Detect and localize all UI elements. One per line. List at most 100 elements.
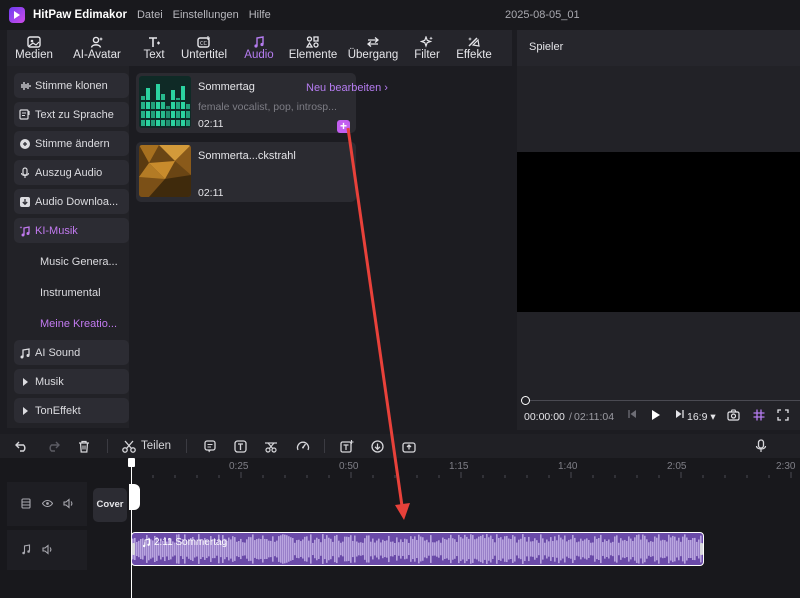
tab-filter[interactable]: Filter <box>405 30 449 66</box>
progress-handle[interactable] <box>521 396 530 405</box>
split-button[interactable]: Teilen <box>122 438 171 454</box>
speaker-icon[interactable] <box>63 498 74 509</box>
toolbar-divider <box>107 439 108 453</box>
waveform-bar <box>540 534 542 564</box>
sidebar-item-label: TonEffekt <box>35 404 81 417</box>
subtitle-tool-icon[interactable] <box>204 438 216 454</box>
menu-datei[interactable]: Datei <box>137 9 163 21</box>
waveform-bar <box>688 539 690 559</box>
sidebar-item-music-generator[interactable]: Music Genera... <box>14 249 129 274</box>
video-track-header <box>7 482 87 526</box>
waveform-bar <box>276 540 278 558</box>
edit-again-link[interactable]: Neu bearbeiten › <box>306 82 388 94</box>
music-card[interactable]: Sommertag Neu bearbeiten › female vocali… <box>136 73 388 133</box>
waveform-bar <box>358 542 360 556</box>
sidebar-item-text-zu-sprache[interactable]: Text zu Sprache <box>14 102 129 127</box>
app-window: HitPaw Edimakor Datei Einstellungen Hilf… <box>0 0 800 598</box>
download-icon[interactable] <box>371 438 384 454</box>
ruler-tick-label: 0:25 <box>229 461 249 472</box>
waveform-bar <box>374 542 376 556</box>
playhead[interactable] <box>128 458 135 598</box>
text-to-speech-icon <box>19 109 31 121</box>
redo-icon[interactable] <box>46 438 60 454</box>
sidebar-item-audio-download[interactable]: Audio Downloa... <box>14 189 129 214</box>
add-text-icon[interactable] <box>340 438 354 454</box>
sidebar-item-label: Stimme klonen <box>35 79 108 92</box>
waveform-bar <box>612 541 614 557</box>
sidebar-item-label: Stimme ändern <box>35 137 110 150</box>
waveform-bar <box>286 535 288 563</box>
menu-hilfe[interactable]: Hilfe <box>249 9 271 21</box>
tab-text[interactable]: Text <box>133 30 175 66</box>
video-clip-edge[interactable] <box>129 484 140 510</box>
sidebar-item-meine-kreationen[interactable]: Meine Kreatio... <box>14 311 129 336</box>
waveform-bar <box>432 542 434 556</box>
sidebar-item-stimme-aendern[interactable]: Stimme ändern <box>14 131 129 156</box>
text-tool-icon[interactable] <box>234 438 247 454</box>
add-to-timeline-button[interactable]: + <box>337 120 350 133</box>
speed-icon[interactable] <box>296 438 310 454</box>
music-card[interactable]: Sommerta...ckstrahl 02:11 <box>136 142 356 202</box>
sidebar-item-stimme-klonen[interactable]: Stimme klonen <box>14 73 129 98</box>
waveform-bar <box>386 540 388 558</box>
tab-ai-avatar[interactable]: AI-Avatar <box>61 30 133 66</box>
aspect-ratio-dropdown[interactable]: 16:9 ▾ <box>687 411 716 423</box>
tab-elemente[interactable]: Elemente <box>285 30 341 66</box>
waveform-bar <box>314 539 316 559</box>
tab-untertitel[interactable]: CC Untertitel <box>175 30 233 66</box>
waveform-bar <box>372 538 374 560</box>
waveform-bar <box>558 534 560 564</box>
waveform-bar <box>334 535 336 563</box>
sidebar-item-ki-musik[interactable]: KI-Musik <box>14 218 129 243</box>
sidebar-item-auszug-audio[interactable]: Auszug Audio <box>14 160 129 185</box>
sidebar-item-musik[interactable]: Musik <box>14 369 129 394</box>
speaker-icon[interactable] <box>42 544 53 555</box>
waveform-bar <box>356 541 358 557</box>
fullscreen-icon[interactable] <box>777 409 789 421</box>
eye-icon[interactable] <box>42 499 53 508</box>
progress-bar[interactable] <box>525 400 800 401</box>
clip-trim-handle-right[interactable] <box>700 543 703 555</box>
time-ruler[interactable]: 0:25 0:50 1:15 1:40 2:05 2:30 <box>130 458 800 478</box>
waveform-bar <box>544 542 546 556</box>
waveform-bar <box>550 537 552 561</box>
cover-button[interactable]: Cover <box>93 488 127 522</box>
audio-clip[interactable]: 2:11 Sommertag <box>131 532 704 566</box>
clip-trim-handle-left[interactable] <box>132 543 135 555</box>
sidebar-item-ai-sound[interactable]: AI Sound <box>14 340 129 365</box>
play-icon[interactable] <box>651 409 661 421</box>
waveform-bar <box>696 541 698 557</box>
snapshot-icon[interactable] <box>727 409 740 421</box>
next-frame-icon[interactable] <box>675 409 685 419</box>
playhead-handle[interactable] <box>128 458 135 467</box>
microphone-icon[interactable] <box>755 438 767 454</box>
video-preview[interactable] <box>517 152 800 312</box>
tab-uebergang[interactable]: Übergang <box>341 30 405 66</box>
tab-audio[interactable]: Audio <box>233 30 285 66</box>
film-icon[interactable] <box>21 498 31 509</box>
svg-text:CC: CC <box>200 41 207 47</box>
waveform-bar <box>288 536 290 562</box>
waveform-bar <box>414 536 416 562</box>
menu-einstellungen[interactable]: Einstellungen <box>173 9 239 21</box>
waveform-bar <box>376 540 378 558</box>
waveform-bar <box>576 542 578 556</box>
sidebar-item-instrumental[interactable]: Instrumental <box>14 280 129 305</box>
undo-icon[interactable] <box>15 438 29 454</box>
sidebar-item-label: Musik <box>35 375 64 388</box>
tab-elemente-label: Elemente <box>288 48 338 61</box>
sidebar-item-toneffekt[interactable]: TonEffekt <box>14 398 129 423</box>
tab-medien[interactable]: Medien <box>7 30 61 66</box>
music-note-icon[interactable] <box>21 544 31 555</box>
ruler-tick-label: 2:30 <box>776 461 796 472</box>
previous-frame-icon[interactable] <box>627 409 637 419</box>
export-icon[interactable] <box>402 438 416 454</box>
tab-ai-avatar-label: AI-Avatar <box>73 48 121 61</box>
grid-icon[interactable] <box>753 409 765 421</box>
waveform-bar <box>584 539 586 559</box>
cut-audio-icon[interactable] <box>264 438 278 454</box>
waveform-bar <box>472 535 474 563</box>
delete-icon[interactable] <box>78 438 90 454</box>
waveform-bar <box>640 539 642 559</box>
tab-effekte[interactable]: Effekte <box>449 30 499 66</box>
